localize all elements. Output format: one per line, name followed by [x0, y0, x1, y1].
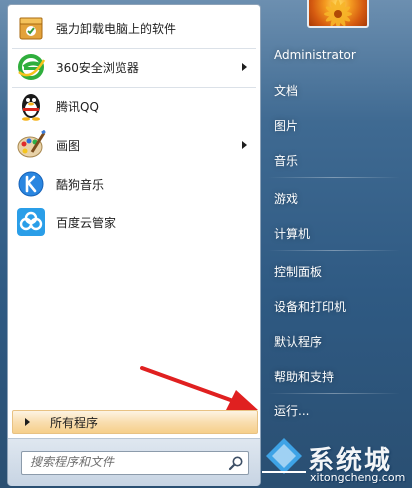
all-programs-label: 所有程序 — [50, 415, 99, 430]
program-list-panel: 强力卸载电脑上的软件 360安全浏览器 腾讯QQ 画图 酷狗音乐 百度云管家 所… — [7, 4, 261, 486]
right-item-user[interactable]: Administrator — [268, 42, 400, 68]
divider — [268, 177, 400, 178]
paint-palette-icon — [15, 129, 47, 161]
expand-arrow-icon — [25, 418, 30, 426]
360-browser-icon — [15, 51, 47, 83]
program-label: 百度云管家 — [56, 215, 117, 230]
program-label: 强力卸载电脑上的软件 — [56, 21, 177, 36]
kugou-music-icon — [15, 168, 47, 200]
divider — [268, 393, 400, 394]
right-item-music[interactable]: 音乐 — [268, 147, 400, 173]
right-item-default-programs[interactable]: 默认程序 — [268, 328, 400, 354]
program-item-paint[interactable]: 画图 — [11, 127, 257, 163]
program-list: 强力卸载电脑上的软件 360安全浏览器 腾讯QQ 画图 酷狗音乐 百度云管家 — [8, 5, 260, 405]
right-item-help-support[interactable]: 帮助和支持 — [268, 363, 400, 389]
right-item-devices-printers[interactable]: 设备和打印机 — [268, 293, 400, 319]
submenu-arrow-icon — [242, 63, 247, 71]
search-icon[interactable] — [228, 455, 244, 471]
search-input[interactable] — [22, 452, 220, 472]
program-item-baidu-cloud[interactable]: 百度云管家 — [11, 204, 257, 240]
program-item-qq[interactable]: 腾讯QQ — [11, 88, 257, 124]
program-label: 画图 — [56, 138, 81, 153]
program-item-kugou[interactable]: 酷狗音乐 — [11, 166, 257, 202]
uninstall-box-icon — [15, 12, 47, 44]
user-avatar[interactable] — [307, 0, 369, 28]
right-item-run[interactable]: 运行... — [268, 397, 400, 423]
program-item-360-browser[interactable]: 360安全浏览器 — [11, 49, 257, 85]
program-label: 360安全浏览器 — [56, 60, 139, 75]
baidu-cloud-icon — [15, 206, 47, 238]
program-label: 酷狗音乐 — [56, 177, 105, 192]
search-area — [8, 438, 260, 486]
right-item-computer[interactable]: 计算机 — [268, 220, 400, 246]
submenu-arrow-icon — [242, 141, 247, 149]
right-item-pictures[interactable]: 图片 — [268, 112, 400, 138]
right-item-documents[interactable]: 文档 — [268, 77, 400, 103]
right-item-control-panel[interactable]: 控制面板 — [268, 258, 400, 284]
right-item-games[interactable]: 游戏 — [268, 185, 400, 211]
all-programs-button[interactable]: 所有程序 — [12, 410, 258, 434]
search-box — [21, 451, 249, 475]
program-label: 腾讯QQ — [56, 99, 99, 114]
divider — [268, 250, 400, 251]
program-item-uninstall[interactable]: 强力卸载电脑上的软件 — [11, 10, 257, 46]
qq-penguin-icon — [15, 90, 47, 122]
